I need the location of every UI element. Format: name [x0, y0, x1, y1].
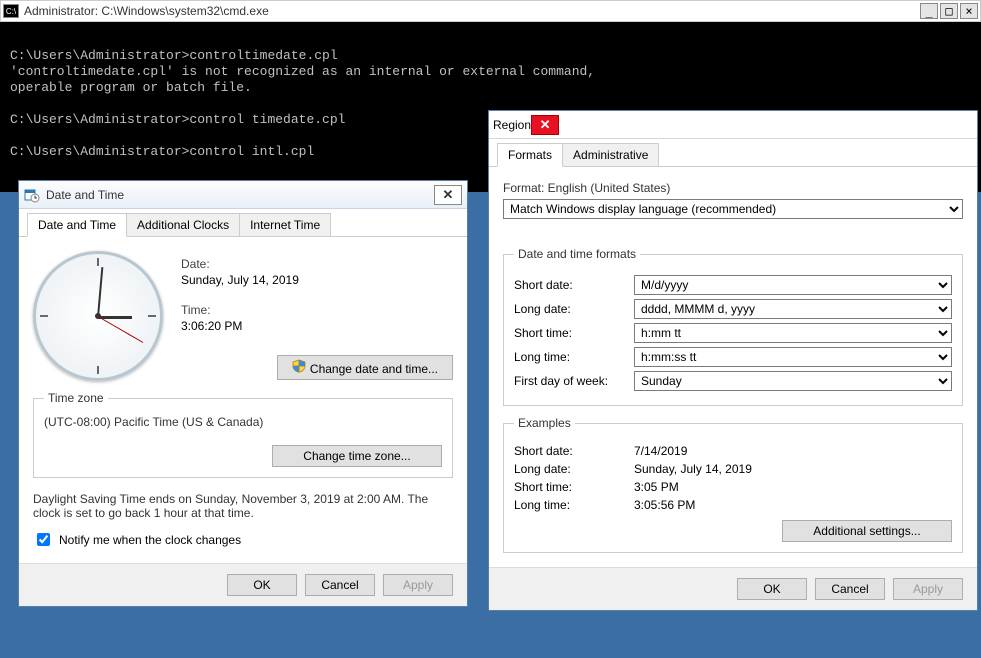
region-dialog: Region ✕ Formats Administrative Format: … [488, 110, 978, 611]
dt-formats-legend: Date and time formats [514, 247, 640, 261]
first-day-label: First day of week: [514, 374, 634, 388]
change-date-time-label: Change date and time... [310, 362, 438, 376]
short-date-label: Short date: [514, 278, 634, 292]
format-label: Format: English (United States) [503, 181, 963, 195]
close-button[interactable]: ✕ [531, 115, 559, 135]
date-value: Sunday, July 14, 2019 [181, 273, 453, 287]
maximize-button[interactable]: □ [940, 3, 958, 19]
date-time-buttons: OK Cancel Apply [19, 563, 467, 606]
date-time-formats-group: Date and time formats Short date: M/d/yy… [503, 247, 963, 406]
region-tabs: Formats Administrative [489, 139, 977, 167]
date-time-title: Date and Time [46, 188, 434, 202]
ex-long-date-value: Sunday, July 14, 2019 [634, 462, 952, 476]
region-buttons: OK Cancel Apply [489, 567, 977, 610]
tab-administrative[interactable]: Administrative [562, 143, 659, 166]
ok-button[interactable]: OK [737, 578, 807, 600]
cmd-titlebar[interactable]: C:\ Administrator: C:\Windows\system32\c… [0, 0, 981, 22]
change-date-time-button[interactable]: Change date and time... [277, 355, 453, 380]
long-date-select[interactable]: dddd, MMMM d, yyyy [634, 299, 952, 319]
region-body: Format: English (United States) Match Wi… [489, 167, 977, 567]
time-value: 3:06:20 PM [181, 319, 453, 333]
additional-settings-button[interactable]: Additional settings... [782, 520, 952, 542]
tab-additional-clocks[interactable]: Additional Clocks [126, 213, 240, 236]
short-date-select[interactable]: M/d/yyyy [634, 275, 952, 295]
close-button[interactable]: ✕ [434, 185, 462, 205]
region-titlebar[interactable]: Region ✕ [489, 111, 977, 139]
date-time-dialog: Date and Time ✕ Date and Time Additional… [18, 180, 468, 607]
ex-long-date-label: Long date: [514, 462, 634, 476]
tab-internet-time[interactable]: Internet Time [239, 213, 331, 236]
short-time-label: Short time: [514, 326, 634, 340]
minimize-button[interactable]: _ [920, 3, 938, 19]
change-timezone-button[interactable]: Change time zone... [272, 445, 442, 467]
date-time-tabs: Date and Time Additional Clocks Internet… [19, 209, 467, 237]
ex-long-time-label: Long time: [514, 498, 634, 512]
notify-checkbox[interactable] [37, 533, 50, 546]
ex-short-time-label: Short time: [514, 480, 634, 494]
shield-icon [292, 359, 306, 373]
date-time-titlebar[interactable]: Date and Time ✕ [19, 181, 467, 209]
short-time-select[interactable]: h:mm tt [634, 323, 952, 343]
close-button[interactable]: × [960, 3, 978, 19]
apply-button[interactable]: Apply [893, 578, 963, 600]
long-time-select[interactable]: h:mm:ss tt [634, 347, 952, 367]
apply-button[interactable]: Apply [383, 574, 453, 596]
date-label: Date: [181, 257, 453, 271]
long-time-label: Long time: [514, 350, 634, 364]
date-time-body: Date: Sunday, July 14, 2019 Time: 3:06:2… [19, 237, 467, 563]
ex-long-time-value: 3:05:56 PM [634, 498, 952, 512]
cmd-icon: C:\ [3, 4, 19, 18]
notify-label: Notify me when the clock changes [59, 533, 241, 547]
examples-group: Examples Short date: 7/14/2019 Long date… [503, 416, 963, 553]
format-select[interactable]: Match Windows display language (recommen… [503, 199, 963, 219]
long-date-label: Long date: [514, 302, 634, 316]
examples-legend: Examples [514, 416, 575, 430]
region-title: Region [493, 118, 531, 132]
ex-short-time-value: 3:05 PM [634, 480, 952, 494]
ex-short-date-label: Short date: [514, 444, 634, 458]
timezone-value: (UTC-08:00) Pacific Time (US & Canada) [44, 415, 442, 429]
cancel-button[interactable]: Cancel [815, 578, 885, 600]
ex-short-date-value: 7/14/2019 [634, 444, 952, 458]
cmd-title: Administrator: C:\Windows\system32\cmd.e… [24, 4, 920, 18]
cancel-button[interactable]: Cancel [305, 574, 375, 596]
tab-date-and-time[interactable]: Date and Time [27, 213, 127, 237]
timezone-section: Time zone (UTC-08:00) Pacific Time (US &… [33, 391, 453, 478]
ok-button[interactable]: OK [227, 574, 297, 596]
tab-formats[interactable]: Formats [497, 143, 563, 167]
analog-clock [33, 251, 163, 381]
first-day-select[interactable]: Sunday [634, 371, 952, 391]
timezone-legend: Time zone [44, 391, 108, 405]
time-label: Time: [181, 303, 453, 317]
dst-note: Daylight Saving Time ends on Sunday, Nov… [33, 492, 453, 520]
calendar-clock-icon [24, 187, 40, 203]
